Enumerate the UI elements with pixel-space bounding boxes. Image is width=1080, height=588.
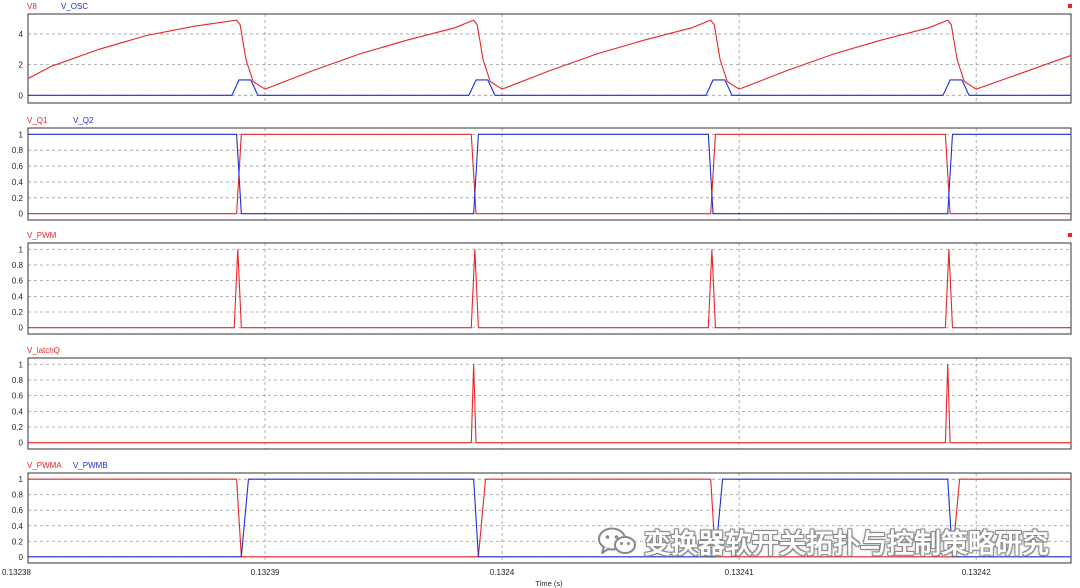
panel-marker <box>1068 4 1072 8</box>
panel-frame <box>27 242 1072 335</box>
y-tick-label: 0 <box>19 553 24 562</box>
x-tick-label: 0.13239 <box>251 568 280 577</box>
legend-label: V_PWM <box>27 231 57 240</box>
legend-label: V_Q1 <box>27 116 48 125</box>
panel-4: 0 0.2 0.4 0.6 0.8 1V_latchQ <box>12 346 1072 450</box>
x-axis-label: Time (s) <box>535 579 563 588</box>
y-tick-label: 0 <box>19 439 24 448</box>
watermark: 变换器软开关拓扑与控制策略研究 <box>596 524 1049 560</box>
panel-marker <box>1068 233 1072 237</box>
waveform-scope: 024V8 V_OSC00.20.40.60.81V_Q1 V_Q200.20.40… <box>2 2 1072 588</box>
legend-label: V8 <box>27 2 37 11</box>
series-V8 <box>27 19 1072 90</box>
y-tick-label: 1 <box>19 130 24 139</box>
wechat-icon <box>598 527 636 554</box>
series-V_OSC <box>28 79 1071 96</box>
legend-label: V_Q2 <box>73 116 94 125</box>
y-tick-label: 2 <box>19 61 24 70</box>
legend-label: V_PWMA <box>27 461 62 470</box>
y-tick-label: 0 <box>19 91 24 100</box>
y-tick-label: 0.4 <box>12 522 24 531</box>
x-tick-label: 0.1324 <box>490 568 515 577</box>
panel-frame <box>27 13 1072 104</box>
series-V_Q2 <box>28 133 1071 215</box>
y-tick-label: 0.2 <box>12 194 24 203</box>
panel-frame <box>27 127 1072 221</box>
y-tick-label: 0.8 <box>12 376 24 385</box>
y-tick-label: 1 <box>19 245 24 254</box>
series-V_latchQ <box>28 364 1071 444</box>
panel-2: 0 0.2 0.4 0.6 0.8 1V_Q1 V_Q2 <box>12 116 1072 221</box>
y-tick-label: 0.8 <box>12 146 24 155</box>
y-tick-label: 1 <box>19 475 24 484</box>
series-V_PWM <box>28 249 1071 329</box>
y-tick-label: 0.8 <box>12 261 24 270</box>
x-tick-label: 0.13241 <box>725 568 754 577</box>
legend-label: V_latchQ <box>27 346 60 355</box>
panel-frame <box>27 357 1072 450</box>
y-tick-label: 0.6 <box>12 392 24 401</box>
x-tick-label: 0.13238 <box>2 568 31 577</box>
y-tick-label: 0.2 <box>12 537 24 546</box>
legend-label: V_PWMB <box>73 461 108 470</box>
y-tick-label: 0 <box>19 324 24 333</box>
y-tick-label: 0.6 <box>12 506 24 515</box>
panel-3: 0 0.2 0.4 0.6 0.8 1V_PWM <box>12 231 1072 335</box>
x-tick-label: 0.13242 <box>962 568 991 577</box>
legend-label: V_OSC <box>61 2 88 11</box>
y-tick-label: 0.4 <box>12 178 24 187</box>
y-tick-label: 1 <box>19 360 24 369</box>
watermark-text: 变换器软开关拓扑与控制策略研究 <box>644 528 1049 560</box>
y-tick-label: 0.6 <box>12 277 24 286</box>
y-tick-label: 0 <box>19 210 24 219</box>
y-tick-label: 0.2 <box>12 308 24 317</box>
y-tick-label: 0.4 <box>12 407 24 416</box>
y-tick-label: 4 <box>19 30 24 39</box>
y-tick-label: 0.8 <box>12 491 24 500</box>
panel-1: 0 2 4 V8 V_OSC <box>19 2 1072 104</box>
y-tick-label: 0.6 <box>12 162 24 171</box>
series-V_Q1 <box>28 133 1071 215</box>
y-tick-label: 0.4 <box>12 292 24 301</box>
y-tick-label: 0.2 <box>12 423 24 432</box>
